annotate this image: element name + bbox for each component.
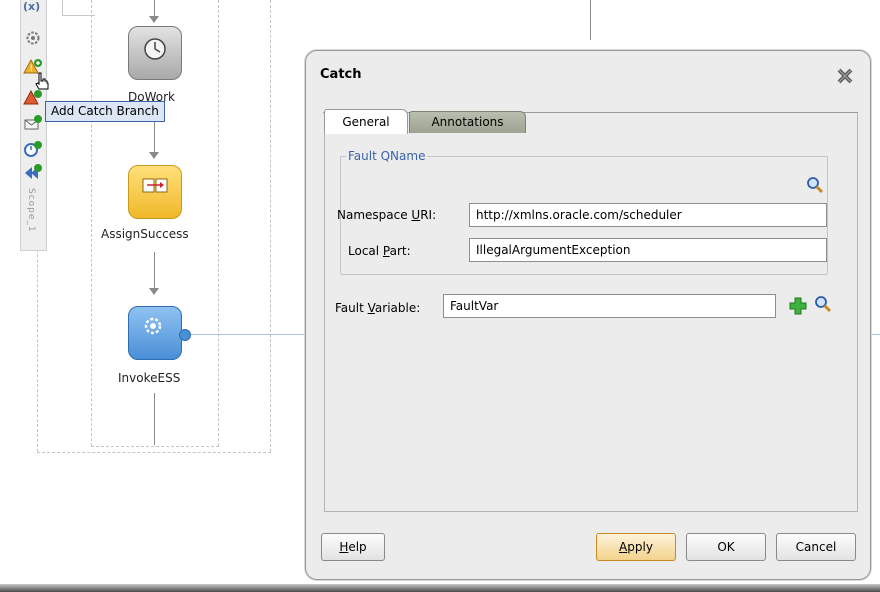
assignsuccess-node[interactable]	[128, 165, 182, 219]
add-variable-icon[interactable]	[788, 296, 808, 316]
assignsuccess-label: AssignSuccess	[101, 227, 189, 241]
assign-icon	[142, 178, 168, 193]
fault-variable-label: Fault Variable:	[335, 301, 421, 315]
search-icon[interactable]	[806, 176, 824, 194]
local-part-field[interactable]: IllegalArgumentException	[469, 238, 827, 262]
dialog-title: Catch	[320, 67, 362, 82]
tab-annotations[interactable]: Annotations	[409, 111, 526, 133]
invokeess-label: InvokeESS	[118, 371, 181, 385]
close-icon[interactable]	[836, 67, 854, 85]
timer-add-icon[interactable]	[22, 139, 44, 159]
help-button[interactable]: Help	[321, 533, 385, 561]
fault-variable-field[interactable]: FaultVar	[443, 294, 776, 318]
gear-icon[interactable]	[22, 28, 44, 48]
search-icon[interactable]	[814, 295, 832, 313]
apply-button[interactable]: Apply	[596, 533, 676, 561]
sequence-lane-left	[91, 0, 92, 446]
dowork-node[interactable]	[128, 26, 182, 80]
variables-icon[interactable]: (x)	[23, 0, 40, 13]
connector-arrow	[149, 16, 159, 23]
connector-line	[154, 252, 155, 290]
catch-dialog: Catch General Annotations Fault QName Na…	[305, 50, 871, 580]
cancel-button[interactable]: Cancel	[776, 533, 856, 561]
connector-line	[590, 0, 591, 40]
sequence-lane-right	[218, 0, 219, 446]
invoke-connection-dot[interactable]	[179, 329, 191, 341]
window-bottom-edge	[0, 584, 880, 592]
catch-all-add-icon[interactable]	[22, 88, 44, 108]
scope-border-right	[270, 0, 271, 452]
tab-general[interactable]: General	[324, 109, 408, 134]
gear-icon	[144, 317, 162, 335]
scope-border-bottom	[37, 452, 271, 453]
connector-arrow	[149, 288, 159, 295]
local-part-label: Local Part:	[348, 244, 411, 258]
svg-text:!: !	[30, 64, 34, 74]
compensate-add-icon[interactable]	[22, 162, 44, 182]
sequence-lane-bottom	[91, 446, 219, 447]
connector-line	[154, 393, 155, 445]
message-add-icon[interactable]	[22, 113, 44, 133]
partner-link-line	[184, 334, 306, 335]
fault-qname-legend: Fault QName	[346, 149, 428, 163]
clock-icon	[144, 38, 166, 60]
namespace-uri-field[interactable]: http://xmlns.oracle.com/scheduler	[469, 203, 827, 227]
connector-arrow	[149, 152, 159, 159]
scope-header-corner	[62, 0, 95, 16]
invokeess-node[interactable]	[128, 306, 182, 360]
ok-button[interactable]: OK	[686, 533, 766, 561]
tooltip: Add Catch Branch	[45, 101, 165, 122]
scope-vertical-label: Scope_1	[26, 188, 36, 233]
namespace-uri-label: Namespace URI:	[337, 208, 437, 222]
